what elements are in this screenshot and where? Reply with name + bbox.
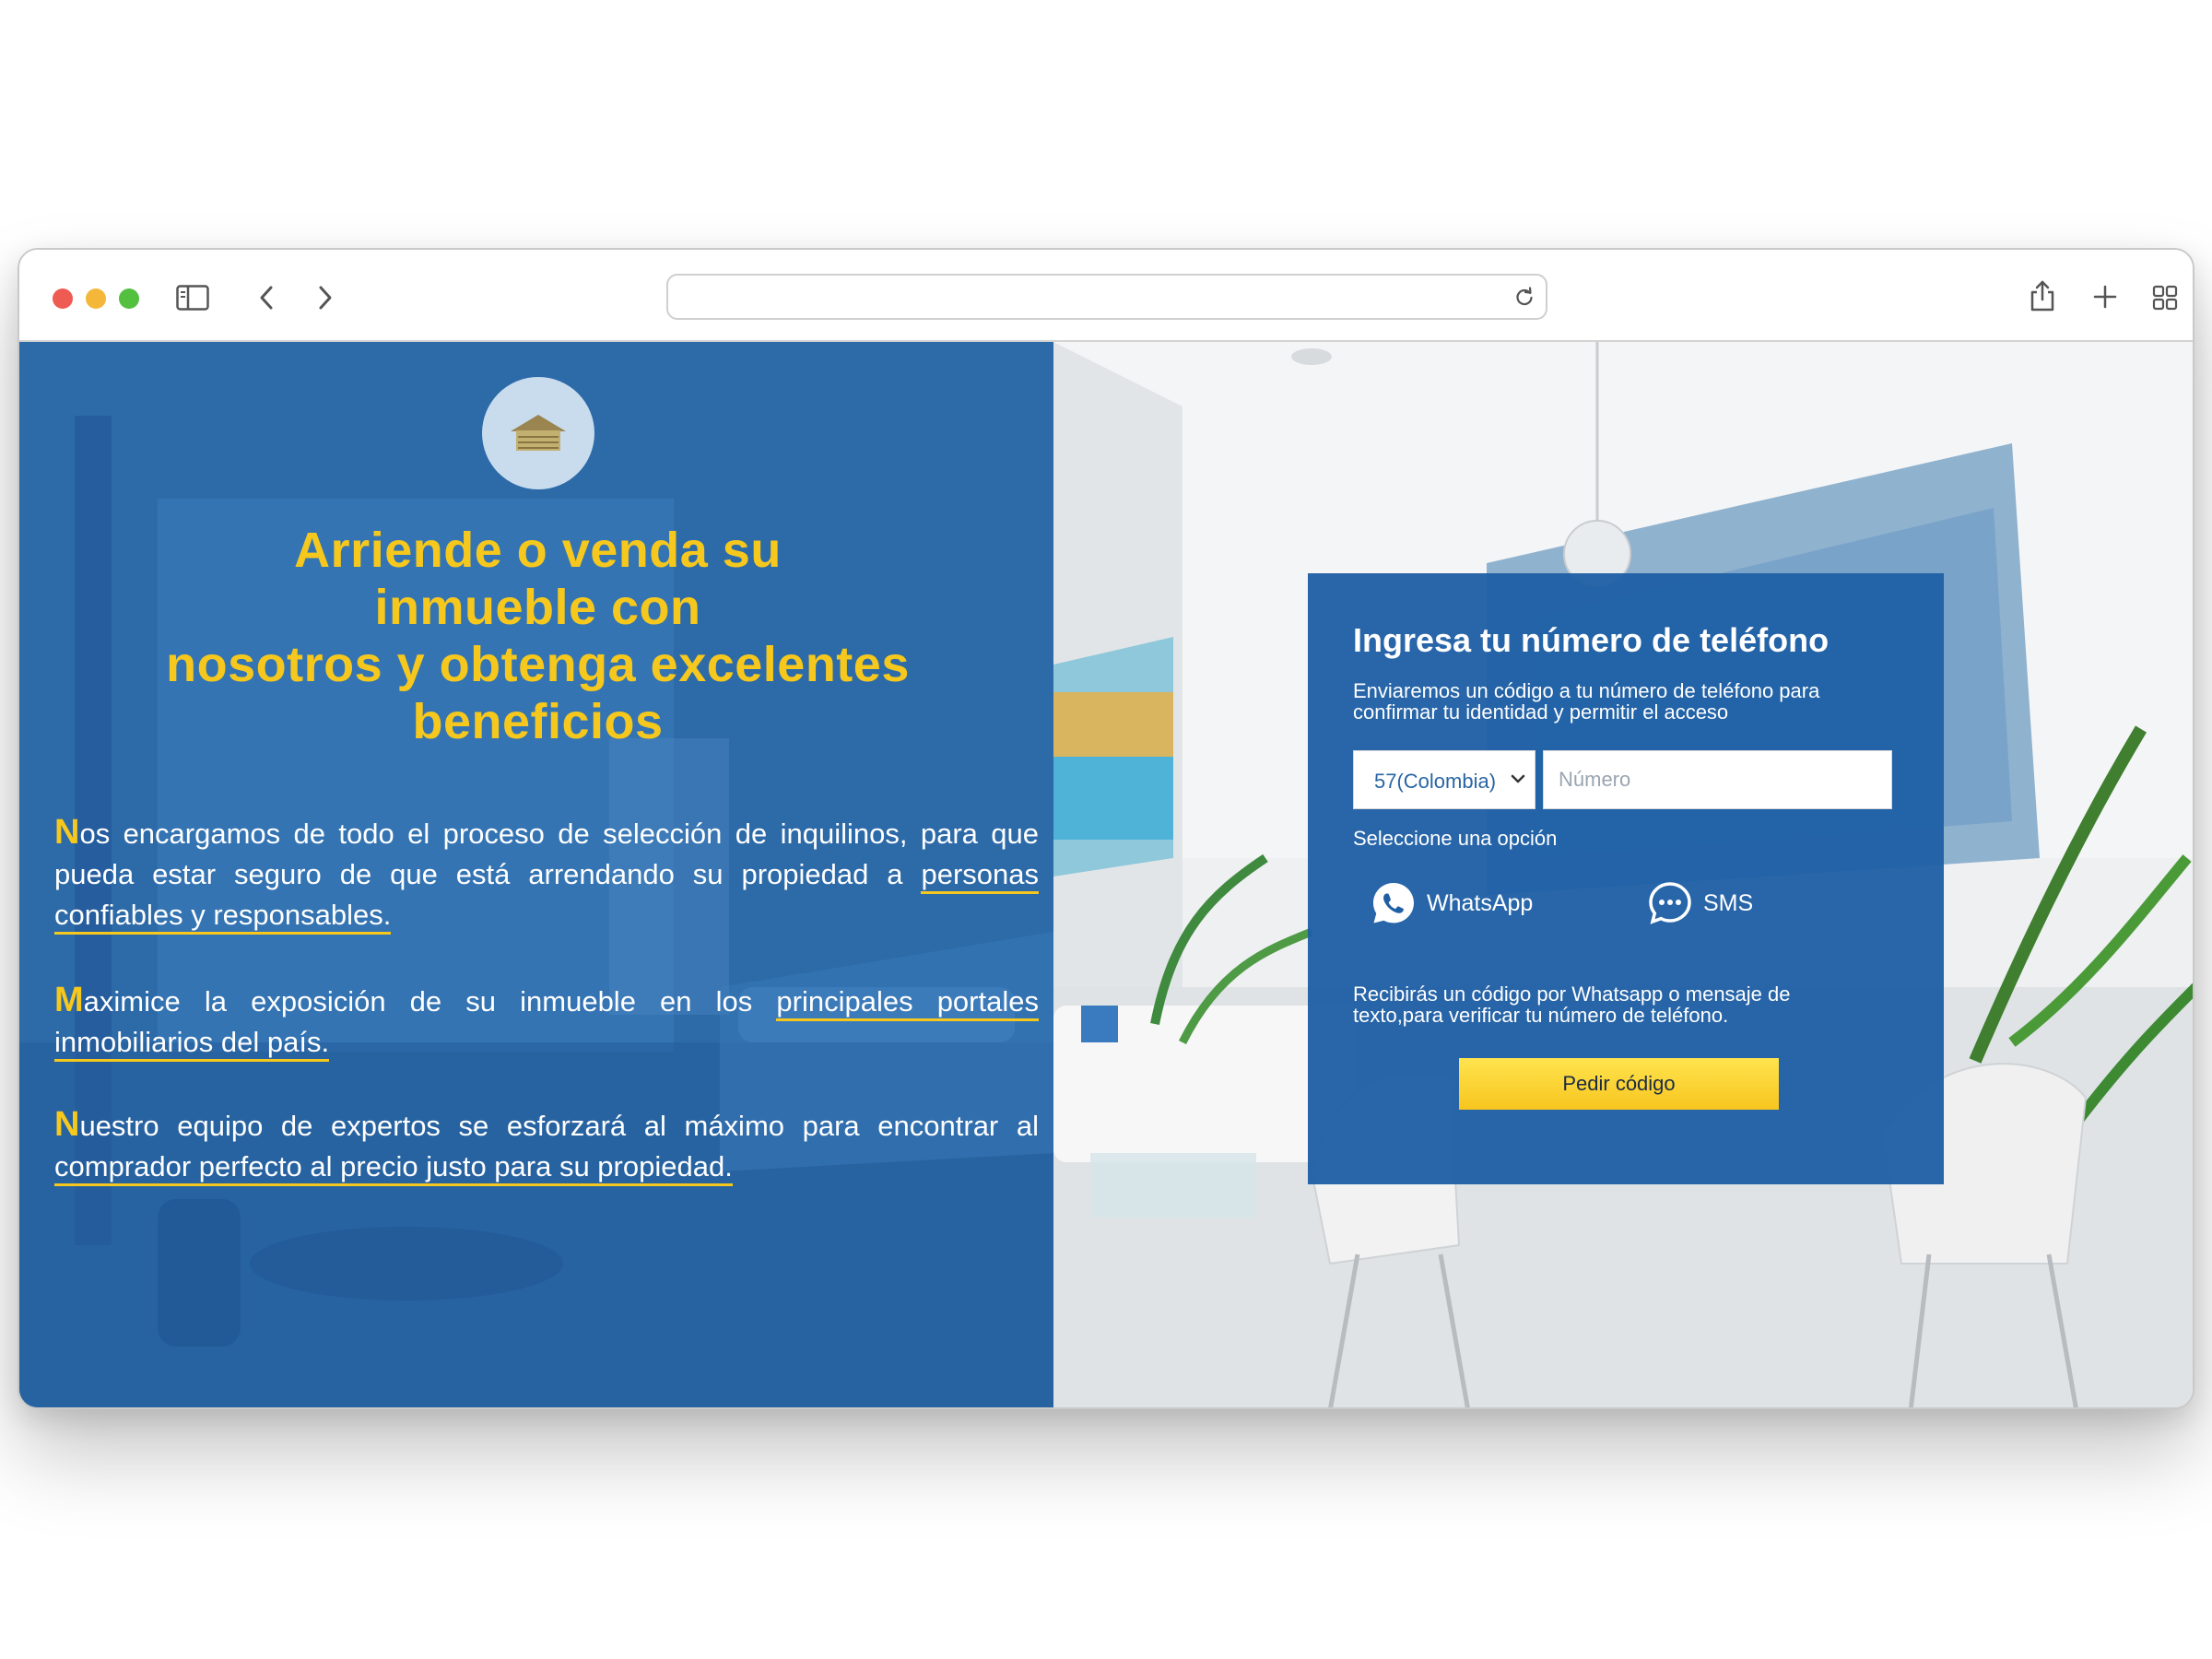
whatsapp-option[interactable]: WhatsApp (1370, 877, 1533, 929)
hero-panel: Arriende o venda su inmueble con nosotro… (19, 342, 1053, 1407)
drop-letter: M (54, 981, 84, 1019)
address-bar[interactable] (666, 274, 1547, 320)
form-title: Ingresa tu número de teléfono (1353, 621, 1830, 659)
headline-line: nosotros y obtenga excelentes (166, 637, 910, 692)
reload-icon[interactable] (1514, 287, 1535, 307)
browser-window: Arriende o venda su inmueble con nosotro… (18, 248, 2194, 1409)
option-label: Seleccione una opción (1353, 827, 1558, 850)
whatsapp-icon (1373, 883, 1414, 924)
verification-note: Recibirás un código por Whatsapp o mensa… (1353, 982, 1791, 1027)
phone-login-card: Ingresa tu número de teléfono Enviaremos… (1308, 573, 1944, 1184)
sms-chat-icon (1649, 882, 1691, 924)
minimize-window-button[interactable] (86, 288, 106, 309)
headline-line: Arriende o venda su (294, 523, 782, 578)
login-panel: Ingresa tu número de teléfono Enviaremos… (1053, 342, 2193, 1407)
benefit-paragraph-experts: Nuestro equipo de expertos se esforzará … (54, 1104, 1039, 1187)
request-code-button[interactable]: Pedir código (1459, 1058, 1779, 1110)
phone-number-input[interactable] (1543, 750, 1892, 809)
house-icon (511, 415, 566, 451)
option-text: WhatsApp (1427, 889, 1534, 916)
drop-letter: N (54, 1105, 80, 1144)
highlighted-text: comprador perfecto al precio justo para … (54, 1150, 733, 1186)
sms-option[interactable]: SMS (1646, 877, 1753, 929)
paragraph-text: aximice la exposición de su inmueble en … (83, 985, 777, 1018)
hero-headline: Arriende o venda su inmueble con nosotro… (75, 522, 1001, 750)
close-window-button[interactable] (53, 288, 73, 309)
headline-line: inmueble con (374, 580, 701, 635)
page-viewport: Arriende o venda su inmueble con nosotro… (19, 342, 2193, 1407)
paragraph-text: os encargamos de todo el proceso de sele… (54, 818, 1039, 890)
zoom-window-button[interactable] (119, 288, 139, 309)
paragraph-text: uestro equipo de expertos se esforzará a… (79, 1110, 1039, 1142)
option-text: SMS (1703, 889, 1754, 916)
tab-overview-icon[interactable] (2152, 285, 2178, 311)
country-code-select[interactable]: 57(Colombia) (1353, 750, 1535, 809)
benefit-paragraph-exposure: Maximice la exposición de su inmueble en… (54, 980, 1039, 1063)
browser-toolbar (19, 250, 2193, 342)
new-tab-icon[interactable] (2093, 285, 2117, 309)
drop-letter: N (54, 813, 80, 852)
brand-logo (482, 377, 594, 489)
form-subtitle: Enviaremos un código a tu número de telé… (1353, 679, 1820, 724)
back-icon[interactable] (257, 285, 276, 311)
country-selected-value: 57(Colombia) (1374, 770, 1497, 793)
headline-line: beneficios (412, 694, 664, 749)
chevron-down-icon (1511, 774, 1525, 783)
sidebar-icon[interactable] (176, 285, 209, 311)
forward-icon[interactable] (316, 285, 335, 311)
benefit-paragraph-tenants: Nos encargamos de todo el proceso de sel… (54, 812, 1039, 935)
share-icon[interactable] (2029, 279, 2056, 312)
